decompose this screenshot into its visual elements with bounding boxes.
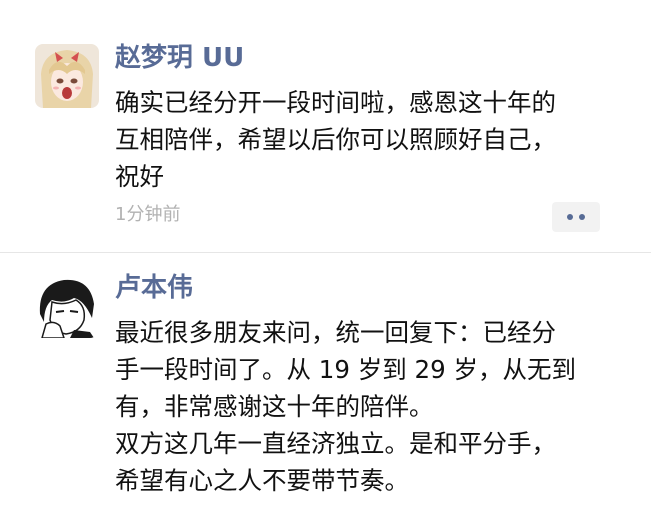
comment-text-line: 希望有心之人不要带节奏。 <box>115 466 409 495</box>
more-dots-icon <box>579 214 585 220</box>
comment-text: 确实已经分开一段时间啦，感恩这十年的 互相陪伴，希望以后你可以照顾好自己， 祝好 <box>115 84 635 195</box>
moment-comment-2: 卢本伟 最近很多朋友来问，统一回复下：已经分 手一段时间了。从 19 岁到 29… <box>0 254 651 505</box>
timestamp: 1分钟前 <box>115 204 181 225</box>
comment-text-line: 最近很多朋友来问，统一回复下：已经分 <box>115 318 556 347</box>
comment-text-line: 互相陪伴，希望以后你可以照顾好自己， <box>115 125 556 154</box>
more-dots-icon <box>567 214 573 220</box>
avatar[interactable] <box>34 274 98 338</box>
username[interactable]: 卢本伟 <box>115 272 193 304</box>
moment-comment-1: 赵梦玥 UU 确实已经分开一段时间啦，感恩这十年的 互相陪伴，希望以后你可以照顾… <box>0 0 651 253</box>
divider <box>0 252 651 253</box>
comment-text-line: 双方这几年一直经济独立。是和平分手， <box>115 429 556 458</box>
username[interactable]: 赵梦玥 UU <box>115 42 244 74</box>
anime-girl-avatar-icon <box>35 44 99 108</box>
avatar[interactable] <box>35 44 99 108</box>
comment-text-line: 有，非常感谢这十年的陪伴。 <box>115 392 434 421</box>
comment-text-line: 手一段时间了。从 19 岁到 29 岁，从无到 <box>115 355 577 384</box>
comment-text-line: 祝好 <box>115 162 164 191</box>
comment-text: 最近很多朋友来问，统一回复下：已经分 手一段时间了。从 19 岁到 29 岁，从… <box>115 314 635 499</box>
comment-text-line: 确实已经分开一段时间啦，感恩这十年的 <box>115 88 556 117</box>
manga-boy-avatar-icon <box>34 274 98 338</box>
more-options-button[interactable] <box>552 202 600 232</box>
